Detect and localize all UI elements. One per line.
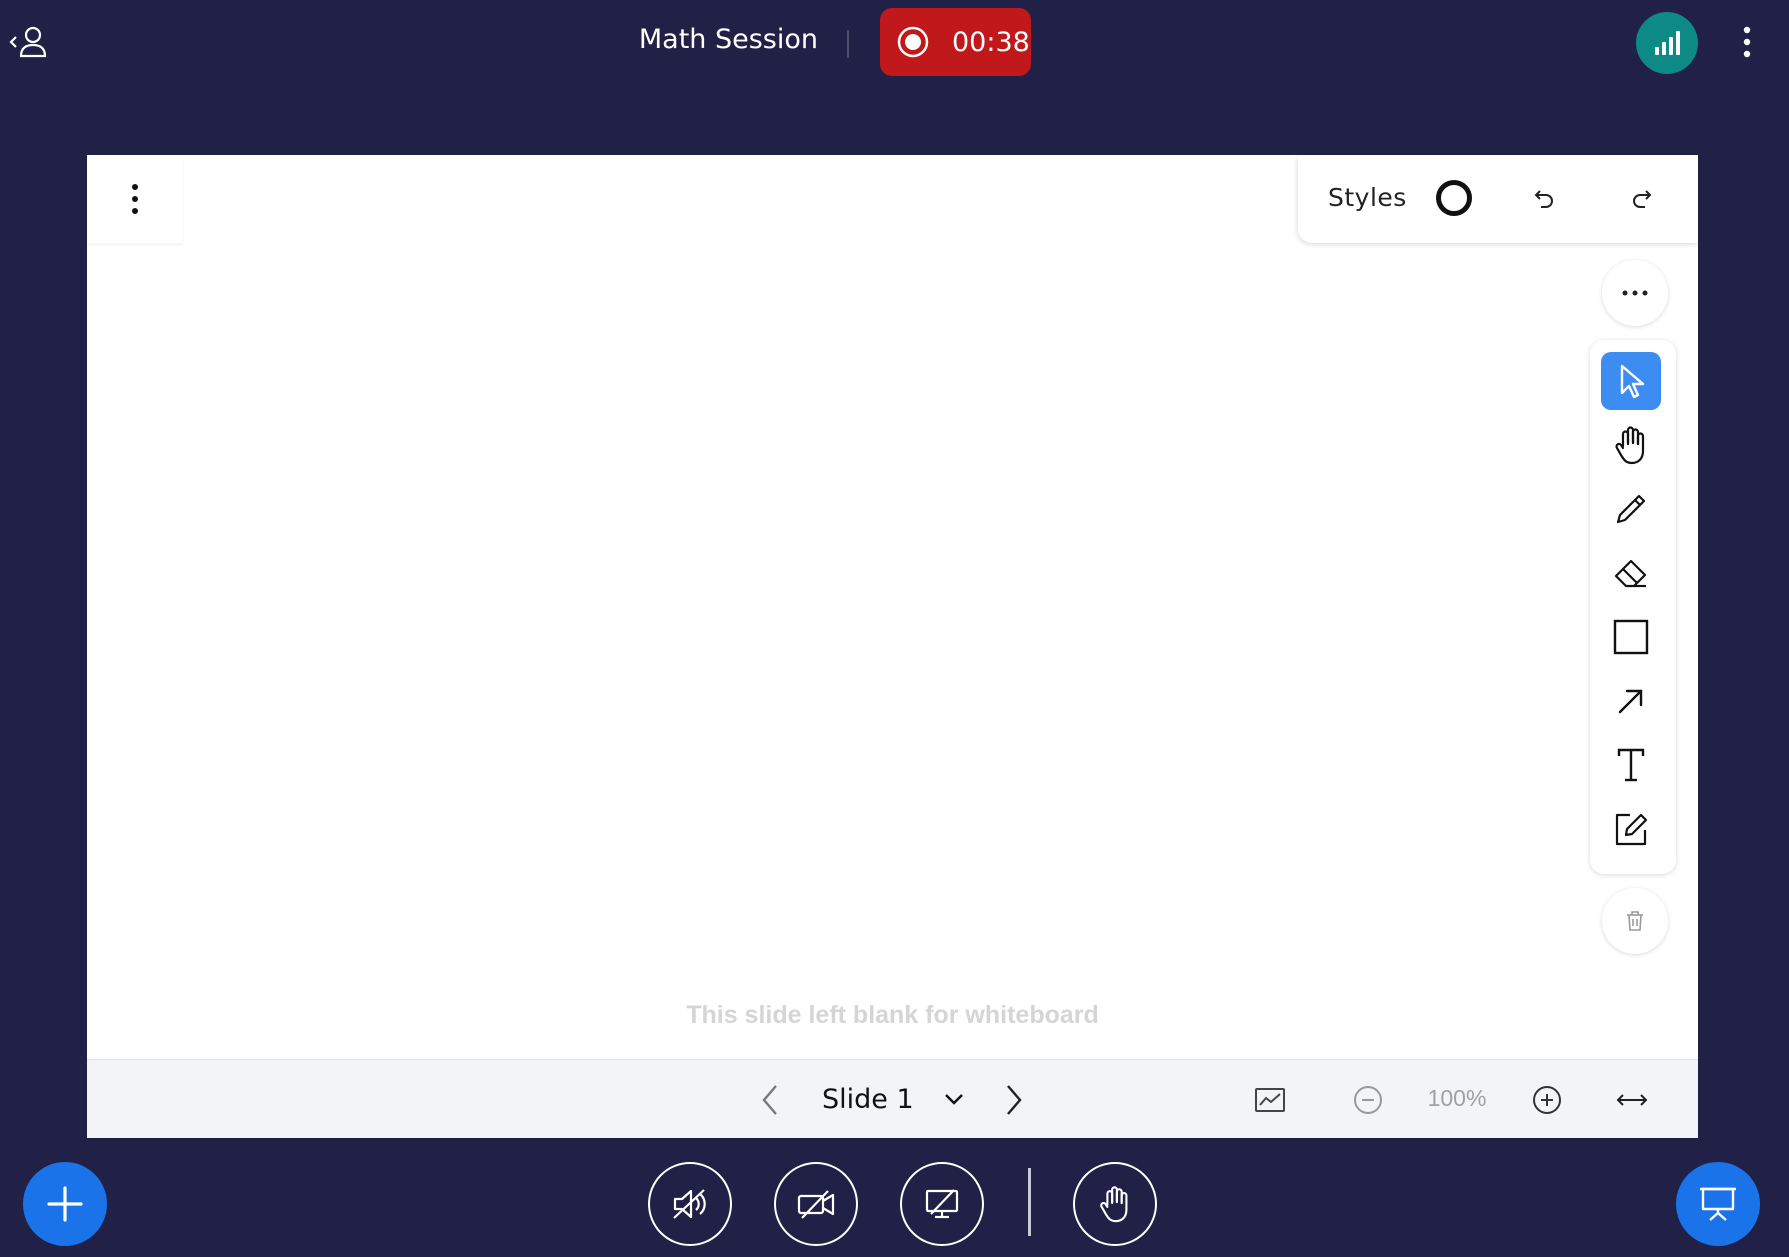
note-tool[interactable] <box>1601 800 1661 858</box>
plus-circle-icon <box>1533 1086 1561 1114</box>
slide-selector[interactable]: Slide 1 <box>822 1074 972 1124</box>
speaker-muted-icon <box>673 1189 706 1219</box>
recording-timer: 00:38 <box>952 27 1030 58</box>
text-icon <box>1617 748 1645 782</box>
toggle-video-button[interactable] <box>774 1162 858 1246</box>
eraser-tool[interactable] <box>1601 544 1661 602</box>
redo-icon <box>1633 190 1652 208</box>
hand-icon <box>1615 426 1645 465</box>
redo-button[interactable] <box>1624 181 1660 217</box>
raise-hand-button[interactable] <box>1073 1162 1157 1246</box>
style-color-swatch[interactable] <box>1436 180 1472 216</box>
fit-to-screen-button[interactable] <box>1250 1080 1290 1120</box>
recording-button[interactable]: 00:38 <box>880 8 1031 76</box>
rectangle-icon <box>1613 619 1649 655</box>
top-bar: Math Session 00:38 <box>0 0 1789 86</box>
title-divider <box>847 30 849 58</box>
eraser-icon <box>1614 559 1647 588</box>
plus-icon <box>47 1186 83 1222</box>
minus-circle-icon <box>1354 1086 1382 1114</box>
fit-to-width-button[interactable] <box>1610 1080 1654 1120</box>
session-title: Math Session <box>638 24 818 55</box>
presentation-toolbar: Slide 1 100% <box>87 1059 1698 1138</box>
options-menu-button[interactable] <box>1735 22 1759 62</box>
pencil-icon <box>1616 494 1646 524</box>
select-tool[interactable] <box>1601 352 1661 410</box>
screen-chart-icon <box>1255 1088 1285 1112</box>
user-list-toggle-button[interactable] <box>6 22 56 62</box>
next-slide-button[interactable] <box>992 1078 1036 1122</box>
note-edit-icon <box>1615 813 1648 846</box>
chevron-down-icon <box>944 1093 964 1105</box>
undo-button[interactable] <box>1526 181 1562 217</box>
drawing-toolbar <box>1590 340 1676 874</box>
pencil-tool[interactable] <box>1601 480 1661 538</box>
arrow-tool[interactable] <box>1601 672 1661 730</box>
cursor-arrow-icon <box>1620 364 1645 399</box>
signal-bars-icon <box>1655 31 1680 55</box>
style-panel: Styles <box>1298 155 1698 243</box>
chevron-right-icon <box>1007 1085 1022 1115</box>
share-screen-button[interactable] <box>900 1162 984 1246</box>
horizontal-dots-icon <box>1622 290 1648 296</box>
vertical-dots-icon <box>1743 26 1751 58</box>
zoom-out-button[interactable] <box>1348 1080 1388 1120</box>
previous-slide-button[interactable] <box>748 1078 792 1122</box>
horizontal-arrows-icon <box>1616 1094 1648 1106</box>
undo-icon <box>1534 190 1553 208</box>
vertical-dots-icon <box>132 184 138 214</box>
connection-status-button[interactable] <box>1636 12 1698 74</box>
zoom-level: 100% <box>1427 1085 1487 1111</box>
hand-icon <box>1100 1186 1128 1223</box>
screenshare-off-icon <box>925 1189 959 1219</box>
video-off-icon <box>797 1190 835 1219</box>
text-tool[interactable] <box>1601 736 1661 794</box>
styles-button[interactable]: Styles <box>1328 183 1407 212</box>
chevron-left-icon <box>762 1085 777 1115</box>
controls-divider <box>1028 1168 1031 1236</box>
trash-icon <box>1627 911 1643 931</box>
actions-button[interactable] <box>23 1162 107 1246</box>
more-tools-button[interactable] <box>1602 260 1668 326</box>
presentation-toggle-button[interactable] <box>1676 1162 1760 1246</box>
delete-button[interactable] <box>1602 888 1668 954</box>
whiteboard-options-button[interactable] <box>87 155 183 243</box>
rectangle-tool[interactable] <box>1601 608 1661 666</box>
blank-slide-message: This slide left blank for whiteboard <box>686 1001 1099 1029</box>
user-list-icon <box>9 26 47 58</box>
arrow-icon <box>1618 689 1643 714</box>
pan-tool[interactable] <box>1601 416 1661 474</box>
join-audio-button[interactable] <box>648 1162 732 1246</box>
slide-label: Slide 1 <box>822 1083 914 1115</box>
record-icon <box>897 26 929 58</box>
whiteboard-canvas[interactable]: Styles This slide left blank for whitebo… <box>87 155 1698 1138</box>
zoom-in-button[interactable] <box>1527 1080 1567 1120</box>
presentation-icon <box>1700 1187 1736 1221</box>
